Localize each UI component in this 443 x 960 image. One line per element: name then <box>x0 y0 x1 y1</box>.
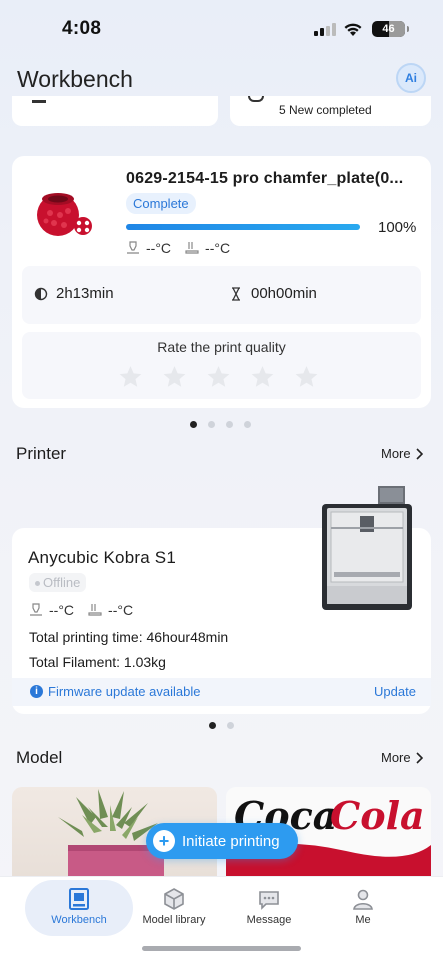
printer-status-badge: Offline <box>29 573 87 592</box>
model-library-icon <box>164 888 184 910</box>
update-button[interactable]: Update <box>374 684 416 699</box>
status-time: 4:08 <box>62 18 102 39</box>
print-job-card[interactable]: 0629-2154-15 pro chamfer_plate(0... Comp… <box>12 156 431 408</box>
printer-more-link[interactable]: More <box>381 446 423 461</box>
heatbed-icon <box>88 604 102 616</box>
printer-image <box>322 486 412 610</box>
elapsed-time: 2h13min <box>34 285 114 302</box>
elapsed-value: 2h13min <box>56 285 114 302</box>
tab-label-message: Message <box>246 914 292 926</box>
print-job-name: 0629-2154-15 pro chamfer_plate(0... <box>126 170 404 187</box>
printer-more-label: More <box>381 446 411 461</box>
firmware-update-bar: i Firmware update available Update <box>12 678 431 706</box>
printer-status-text: Offline <box>43 575 81 590</box>
tab-message[interactable]: Message <box>227 883 311 937</box>
heatbed-icon <box>185 242 199 254</box>
progress-fill <box>126 224 360 230</box>
remaining-time: 00h00min <box>229 285 317 302</box>
workbench-icon <box>69 888 89 910</box>
job-carousel-dots[interactable] <box>190 421 251 428</box>
bed-temp: --°C <box>205 240 231 256</box>
rate-quality-box: Rate the print quality <box>22 332 421 399</box>
star-icon[interactable] <box>161 364 188 390</box>
star-icon[interactable] <box>293 364 320 390</box>
carousel-dot[interactable] <box>209 722 216 729</box>
battery-level: 46 <box>382 23 395 35</box>
home-indicator <box>142 946 301 951</box>
temperature-row: --°C --°C <box>126 240 230 256</box>
battery-icon: 46 <box>372 21 409 37</box>
person-icon <box>353 889 373 910</box>
model-more-link[interactable]: More <box>381 750 423 765</box>
info-icon: i <box>30 685 43 698</box>
total-printing-time: Total printing time: 46hour48min <box>29 629 229 645</box>
chevron-right-icon <box>416 751 423 764</box>
progress-percent: 100% <box>378 219 417 236</box>
carousel-dot[interactable] <box>190 421 197 428</box>
wifi-icon <box>344 23 362 36</box>
nozzle-temp: --°C <box>146 240 172 256</box>
carousel-dot[interactable] <box>208 421 215 428</box>
plus-icon: + <box>153 830 175 852</box>
tab-label-me: Me <box>355 914 371 926</box>
rate-label: Rate the print quality <box>157 339 286 355</box>
cellular-signal-icon <box>314 23 336 36</box>
stats-card-left[interactable] <box>12 96 218 126</box>
star-icon[interactable] <box>117 364 144 390</box>
progress-bar <box>126 224 360 230</box>
new-completed-text: 5 New completed <box>279 103 372 117</box>
printer-carousel-dots[interactable] <box>209 722 234 729</box>
printer-nozzle-temp: --°C <box>49 602 75 618</box>
message-icon <box>259 891 279 910</box>
tab-me[interactable]: Me <box>332 883 394 937</box>
star-rating[interactable] <box>117 364 320 390</box>
printer-section-title: Printer <box>16 444 67 463</box>
star-icon[interactable] <box>249 364 276 390</box>
stats-card-completed[interactable]: 5 New completed <box>230 96 431 126</box>
ai-assistant-button[interactable]: Ai <box>396 63 426 93</box>
firmware-notice: i Firmware update available <box>30 684 200 699</box>
status-badge: Complete <box>126 193 196 214</box>
clock-half-icon <box>34 287 48 300</box>
printer-name: Anycubic Kobra S1 <box>28 548 176 567</box>
initiate-printing-label: Initiate printing <box>182 832 280 850</box>
stats-icon <box>32 96 46 103</box>
tab-model-library[interactable]: Model library <box>126 883 222 937</box>
svg-text:Cola: Cola <box>330 793 425 838</box>
tab-workbench[interactable]: Workbench <box>25 883 133 937</box>
printer-temperature-row: --°C --°C <box>29 602 133 618</box>
tab-label-model-library: Model library <box>142 914 206 926</box>
carousel-dot[interactable] <box>226 421 233 428</box>
tab-label-workbench: Workbench <box>51 914 107 926</box>
star-icon[interactable] <box>205 364 232 390</box>
page-title: Workbench <box>17 66 133 92</box>
chevron-right-icon <box>416 447 423 460</box>
carousel-dot[interactable] <box>227 722 234 729</box>
model-section-title: Model <box>16 748 63 767</box>
print-time-row: 2h13min 00h00min <box>22 266 421 324</box>
hourglass-icon <box>232 286 240 301</box>
model-thumbnail <box>37 193 92 236</box>
initiate-printing-button[interactable]: + Initiate printing <box>146 823 298 859</box>
completed-icon <box>248 96 264 102</box>
nozzle-icon <box>127 241 139 254</box>
model-more-label: More <box>381 750 411 765</box>
status-bar: 4:08 46 <box>0 0 443 56</box>
printer-bed-temp: --°C <box>108 602 134 618</box>
carousel-dot[interactable] <box>244 421 251 428</box>
nozzle-icon <box>30 603 42 616</box>
total-filament: Total Filament: 1.03kg <box>29 654 166 670</box>
remaining-value: 00h00min <box>251 285 317 302</box>
firmware-text: Firmware update available <box>48 684 201 699</box>
